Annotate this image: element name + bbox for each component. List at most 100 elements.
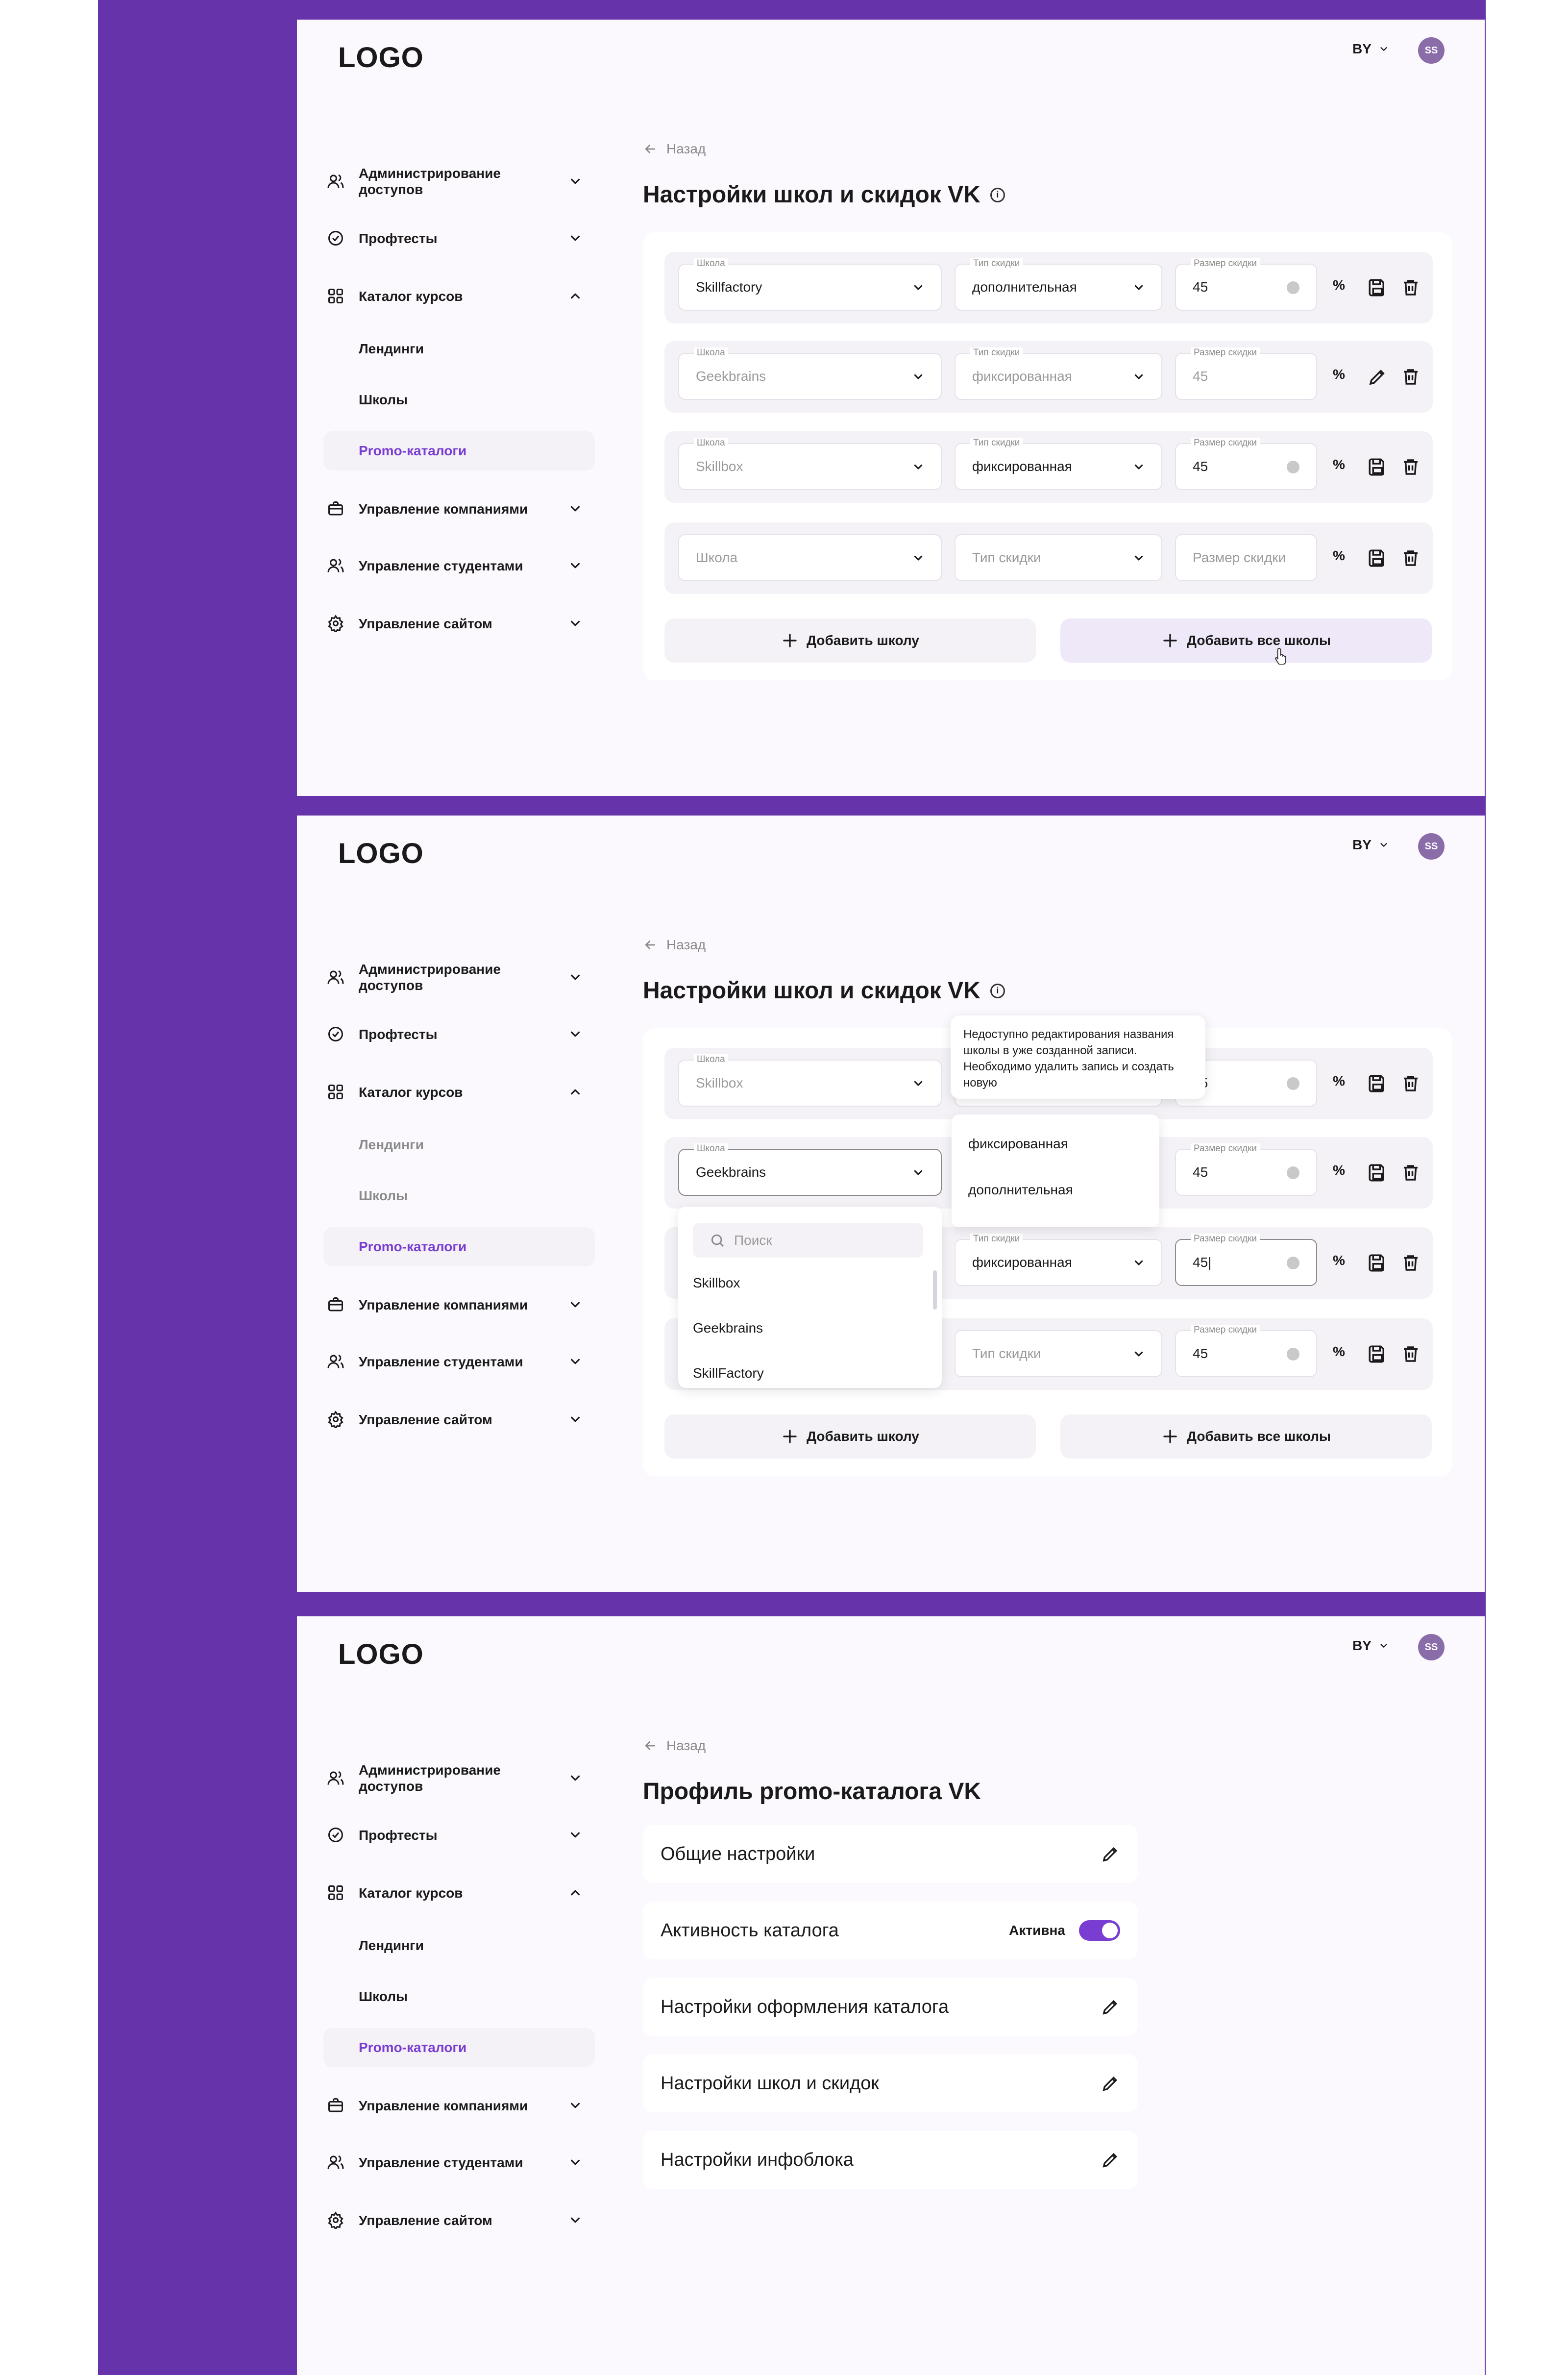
discount-size-input[interactable]: Размер скидки 45	[1175, 1143, 1317, 1196]
profile-row-general[interactable]: Общие настройки	[643, 1825, 1138, 1883]
chevron-down-icon[interactable]	[566, 1025, 584, 1043]
discount-size-input[interactable]: Размер скидки 45	[1175, 347, 1317, 400]
discount-size-input[interactable]: Размер скидки	[1175, 534, 1317, 581]
pencil-icon[interactable]	[1101, 2150, 1120, 2170]
chevron-up-icon[interactable]	[566, 1884, 584, 1902]
chevron-up-icon[interactable]	[566, 1083, 584, 1101]
discount-type-select[interactable]: Тип скидки дополнительная	[955, 258, 1162, 311]
avatar[interactable]: SS	[1418, 833, 1445, 860]
sidebar-subitem-landings[interactable]: Лендинги	[323, 1926, 595, 1965]
sidebar-item-students[interactable]: Управление студентами	[323, 546, 588, 585]
profile-row-design[interactable]: Настройки оформления каталога	[643, 1978, 1138, 2036]
save-icon[interactable]	[1367, 277, 1388, 298]
clear-icon[interactable]	[1287, 281, 1299, 294]
sidebar-item-access[interactable]: Администрирование доступов	[323, 958, 588, 997]
chevron-down-icon[interactable]	[566, 615, 584, 632]
trash-icon[interactable]	[1400, 277, 1421, 298]
sidebar-item-site[interactable]: Управление сайтом	[323, 2201, 588, 2240]
chevron-down-icon[interactable]	[566, 2097, 584, 2114]
discount-size-input[interactable]: Размер скидки 45	[1175, 1325, 1317, 1377]
save-icon[interactable]	[1367, 1073, 1388, 1094]
add-school-button[interactable]: Добавить школу	[664, 1414, 1036, 1459]
info-icon[interactable]: i	[990, 187, 1005, 202]
sidebar-subitem-promo[interactable]: Promo-каталоги	[323, 431, 595, 470]
scrollbar[interactable]	[933, 1270, 937, 1310]
trash-icon[interactable]	[1400, 1253, 1421, 1273]
sidebar-item-students[interactable]: Управление студентами	[323, 1342, 588, 1381]
sidebar-item-catalog[interactable]: Каталог курсов	[323, 1873, 588, 1912]
profile-row-schools[interactable]: Настройки школ и скидок	[643, 2054, 1138, 2112]
chevron-down-icon[interactable]	[566, 1769, 584, 1787]
sidebar-item-companies[interactable]: Управление компаниями	[323, 2086, 588, 2125]
pencil-icon[interactable]	[1101, 1844, 1120, 1864]
sidebar-item-proftests[interactable]: Профтесты	[323, 1014, 588, 1054]
clear-icon[interactable]	[1287, 1257, 1299, 1269]
sidebar-subitem-schools[interactable]: Школы	[323, 1176, 595, 1215]
chevron-up-icon[interactable]	[566, 287, 584, 305]
discount-type-select[interactable]: Тип скидки фиксированная	[955, 347, 1162, 400]
language-selector[interactable]: BY	[1352, 1638, 1389, 1654]
save-icon[interactable]	[1367, 1253, 1388, 1273]
sidebar-item-catalog[interactable]: Каталог курсов	[323, 1072, 588, 1112]
chevron-down-icon[interactable]	[566, 1353, 584, 1370]
save-icon[interactable]	[1367, 1163, 1388, 1183]
school-select[interactable]: Школа Skillfactory	[678, 258, 942, 311]
add-all-schools-button[interactable]: Добавить все школы	[1060, 618, 1432, 663]
dropdown-option[interactable]: Skillbox	[693, 1275, 740, 1291]
dropdown-option[interactable]: Geekbrains	[693, 1320, 763, 1336]
school-select[interactable]: Школа	[678, 534, 942, 581]
dropdown-option[interactable]: дополнительная	[968, 1182, 1073, 1198]
chevron-down-icon[interactable]	[566, 557, 584, 574]
sidebar-subitem-schools[interactable]: Школы	[323, 1977, 595, 2016]
school-select[interactable]: Школа Geekbrains	[678, 1143, 942, 1196]
sidebar-item-site[interactable]: Управление сайтом	[323, 1400, 588, 1439]
clear-icon[interactable]	[1287, 461, 1299, 473]
trash-icon[interactable]	[1400, 457, 1421, 477]
discount-type-select[interactable]: Тип скидки фиксированная	[955, 438, 1162, 490]
school-select[interactable]: Школа Skillbox	[678, 1054, 942, 1107]
language-selector[interactable]: BY	[1352, 837, 1389, 853]
sidebar-subitem-landings[interactable]: Лендинги	[323, 329, 595, 369]
sidebar-item-access[interactable]: Администрирование доступов	[323, 162, 588, 201]
trash-icon[interactable]	[1400, 1073, 1421, 1094]
chevron-down-icon[interactable]	[566, 173, 584, 190]
sidebar-item-proftests[interactable]: Профтесты	[323, 219, 588, 258]
sidebar-item-access[interactable]: Администрирование доступов	[323, 1758, 588, 1798]
sidebar-item-site[interactable]: Управление сайтом	[323, 604, 588, 643]
school-select[interactable]: Школа Skillbox	[678, 438, 942, 490]
clear-icon[interactable]	[1287, 1077, 1299, 1090]
pencil-icon[interactable]	[1101, 2074, 1120, 2093]
chevron-down-icon[interactable]	[566, 2211, 584, 2229]
info-icon[interactable]: i	[990, 983, 1005, 998]
back-link[interactable]: Назад	[643, 141, 706, 157]
chevron-down-icon[interactable]	[566, 1410, 584, 1428]
save-icon[interactable]	[1367, 1344, 1388, 1364]
profile-row-infoblock[interactable]: Настройки инфоблока	[643, 2131, 1138, 2189]
sidebar-item-students[interactable]: Управление студентами	[323, 2143, 588, 2182]
chevron-down-icon[interactable]	[566, 500, 584, 518]
trash-icon[interactable]	[1400, 548, 1421, 569]
activity-toggle[interactable]	[1079, 1920, 1120, 1941]
dropdown-option[interactable]: фиксированная	[968, 1136, 1068, 1152]
sidebar-item-proftests[interactable]: Профтесты	[323, 1815, 588, 1855]
sidebar-subitem-schools[interactable]: Школы	[323, 380, 595, 420]
add-all-schools-button[interactable]: Добавить все школы	[1060, 1414, 1432, 1459]
chevron-down-icon[interactable]	[566, 1826, 584, 1844]
language-selector[interactable]: BY	[1352, 41, 1389, 57]
chevron-down-icon[interactable]	[566, 2153, 584, 2171]
discount-type-select[interactable]: Тип скидки	[955, 1330, 1162, 1377]
discount-size-input[interactable]: Размер скидки 45|	[1175, 1234, 1317, 1286]
trash-icon[interactable]	[1400, 1344, 1421, 1364]
pencil-icon[interactable]	[1101, 1997, 1120, 2017]
discount-size-input[interactable]: Размер скидки 45	[1175, 438, 1317, 490]
sidebar-subitem-promo[interactable]: Promo-каталоги	[323, 1227, 595, 1266]
pencil-icon[interactable]	[1367, 367, 1388, 387]
discount-size-input[interactable]: Размер скидки 45	[1175, 258, 1317, 311]
search-input[interactable]: Поиск	[693, 1223, 923, 1258]
add-school-button[interactable]: Добавить школу	[664, 618, 1036, 663]
save-icon[interactable]	[1367, 548, 1388, 569]
chevron-down-icon[interactable]	[566, 968, 584, 986]
back-link[interactable]: Назад	[643, 1738, 706, 1754]
chevron-down-icon[interactable]	[566, 229, 584, 247]
chevron-down-icon[interactable]	[566, 1296, 584, 1313]
